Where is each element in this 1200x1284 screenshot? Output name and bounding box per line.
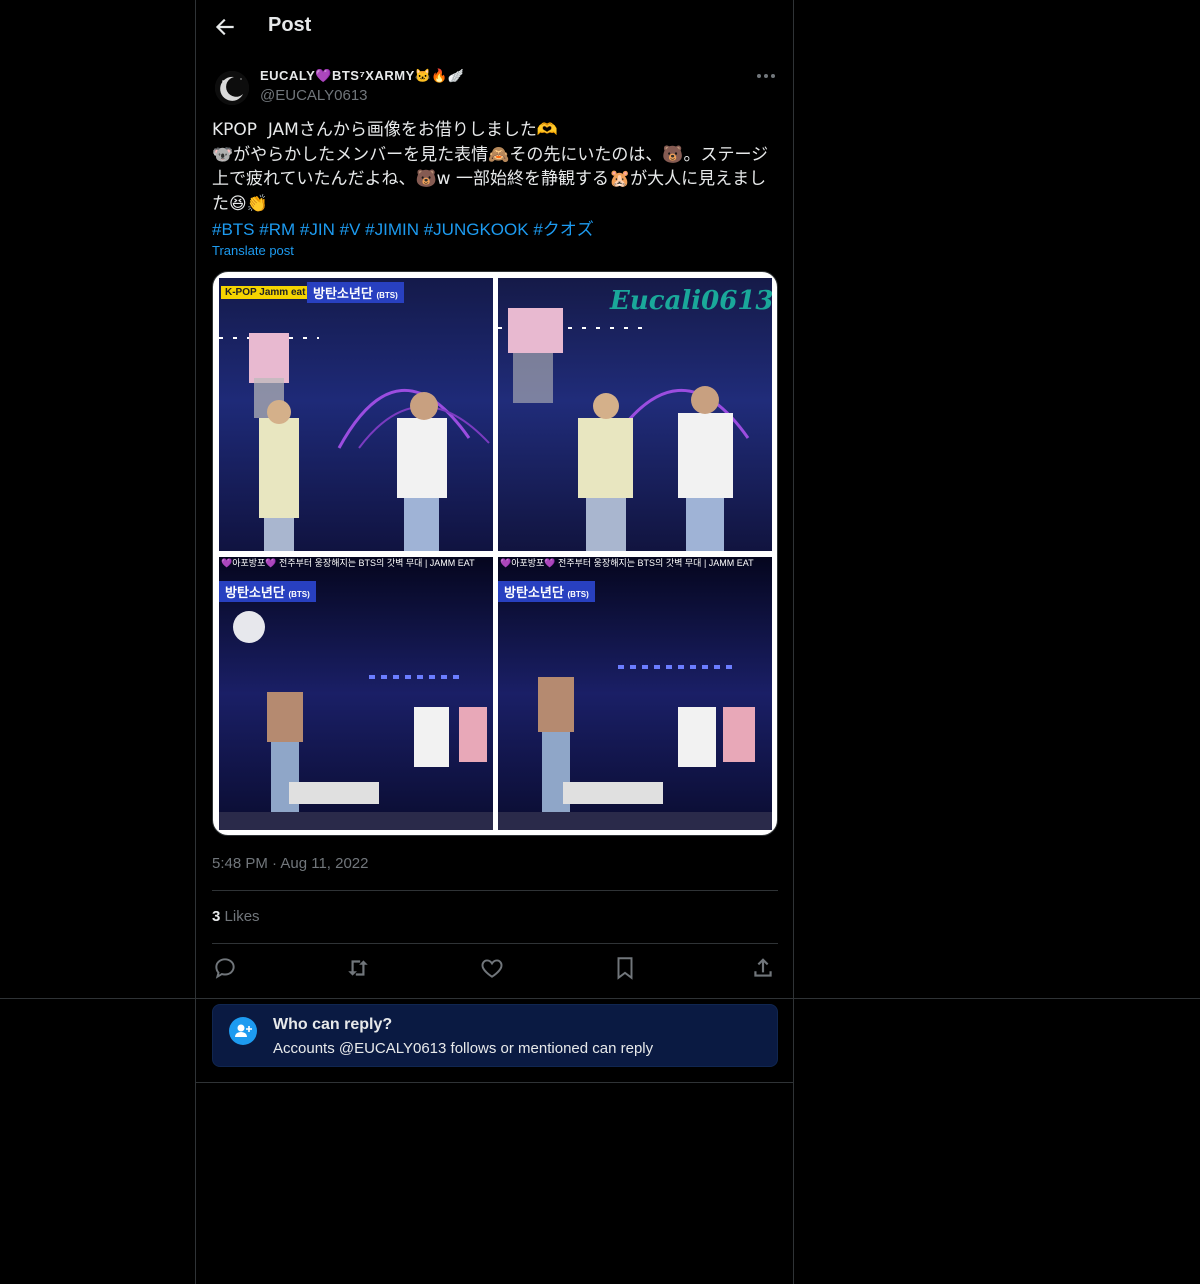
stage-scene [219, 333, 490, 551]
reply-restriction-title: Who can reply? [273, 1016, 393, 1033]
author-display-name[interactable]: EUCALY💜BTS⁷XARMY🐱‍🔥🪽 [260, 68, 464, 84]
retweet-icon [348, 960, 368, 976]
more-icon [757, 74, 775, 78]
hashtag-link[interactable]: #JIMIN [365, 220, 419, 239]
back-button[interactable] [212, 14, 238, 40]
translate-link[interactable]: Translate post [212, 243, 294, 258]
panel-caption: 💜아포방포💜 전주부터 웅장해지는 BTS의 갓벽 무대 | JAMM EAT [500, 558, 754, 568]
media-panel-2: Eucali0613 [498, 278, 772, 551]
media-panel-3: 💜아포방포💜 전주부터 웅장해지는 BTS의 갓벽 무대 | JAMM EAT … [219, 557, 493, 830]
back-arrow-icon [215, 18, 234, 36]
action-bar [212, 955, 778, 981]
retweet-button[interactable] [345, 955, 371, 981]
bookmark-icon [617, 957, 633, 980]
post-timestamp[interactable]: 5:48 PM · Aug 11, 2022 [212, 855, 369, 872]
reply-restriction-subtitle: Accounts @EUCALY0613 follows or mentione… [273, 1040, 654, 1057]
hashtag-link[interactable]: #JUNGKOOK [424, 220, 529, 239]
panel-title: 방탄소년단 (BTS) [498, 581, 595, 602]
tweet-text: KPOP JAMさんから画像をお借りしました🫶 🐨がやらかしたメンバーを見た表情… [212, 120, 769, 214]
bookmark-button[interactable] [612, 955, 638, 981]
author-handle[interactable]: @EUCALY0613 [260, 87, 368, 104]
panel-title: 방탄소년단 (BTS) [307, 282, 404, 303]
media-image[interactable]: K-POP Jamm eat 방탄소년단 (BTS) Eucali0613 💜아… [212, 271, 778, 836]
hashtag-link[interactable]: #クオズ [533, 220, 593, 239]
page-title: Post [268, 14, 312, 36]
column-divider [195, 1082, 794, 1083]
avatar[interactable] [212, 68, 252, 108]
top-bar: Post [196, 0, 795, 54]
panel-tag: K-POP Jamm eat [221, 286, 310, 299]
likes-count[interactable]: 3 Likes [212, 908, 260, 925]
share-icon [754, 958, 772, 977]
moon-icon [220, 76, 243, 101]
post-column: Post EUCALY💜BTS⁷XARMY🐱‍🔥🪽 @EUCALY0613 KP… [195, 0, 794, 1284]
divider [212, 943, 778, 944]
author-row: EUCALY💜BTS⁷XARMY🐱‍🔥🪽 @EUCALY0613 [212, 66, 777, 110]
media-panel-4: 💜아포방포💜 전주부터 웅장해지는 BTS의 갓벽 무대 | JAMM EAT … [498, 557, 772, 830]
reply-restriction-badge [229, 1017, 257, 1045]
reply-icon [215, 958, 235, 979]
stage-scene [498, 308, 750, 551]
hashtag-link[interactable]: #BTS [212, 220, 255, 239]
like-button[interactable] [479, 955, 505, 981]
watermark: Eucali0613 [610, 286, 772, 316]
hashtag-link[interactable]: #V [340, 220, 361, 239]
full-divider [0, 998, 1200, 999]
reply-button[interactable] [212, 955, 238, 981]
share-button[interactable] [750, 955, 776, 981]
divider [212, 890, 778, 891]
hashtag-link[interactable]: #RM [259, 220, 295, 239]
likes-label: Likes [224, 908, 260, 925]
add-user-icon [235, 1024, 252, 1037]
hashtag-link[interactable]: #JIN [300, 220, 335, 239]
reply-restriction-box: Who can reply? Accounts @EUCALY0613 foll… [212, 1004, 778, 1067]
media-panel-1: K-POP Jamm eat 방탄소년단 (BTS) [219, 278, 493, 551]
more-button[interactable] [755, 66, 777, 86]
likes-number: 3 [212, 908, 221, 925]
panel-title: 방탄소년단 (BTS) [219, 581, 316, 602]
like-icon [481, 959, 503, 978]
hashtag-list: #BTS #RM #JIN #V #JIMIN #JUNGKOOK #クオズ [212, 215, 594, 240]
panel-caption: 💜아포방포💜 전주부터 웅장해지는 BTS의 갓벽 무대 | JAMM EAT [221, 558, 475, 568]
